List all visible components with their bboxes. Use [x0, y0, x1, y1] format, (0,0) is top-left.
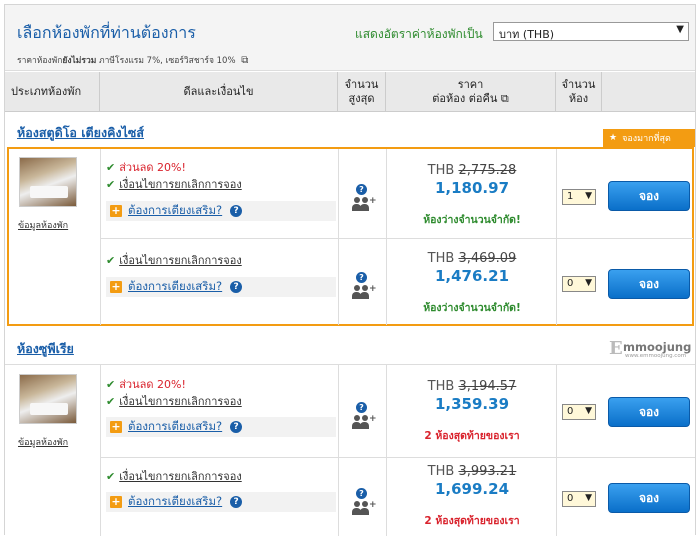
check-icon: ✔	[106, 178, 116, 191]
availability-status: 2 ห้องสุดท้ายของเรา	[424, 515, 520, 527]
extra-bed-option[interactable]: + ต้องการเตียงเสริม??	[106, 492, 336, 512]
price-cell: THB 3,993.21 1,699.24 2 ห้องสุดท้ายของเร…	[388, 464, 556, 529]
discounted-price: 1,359.39	[434, 395, 510, 413]
room-selection-panel: เลือกห้องพักที่ท่านต้องการ แสดงอัตราค่าห…	[4, 4, 696, 536]
copy-icon[interactable]: ⧉	[501, 92, 509, 105]
occupancy-icon: ? +	[351, 184, 377, 212]
chevron-down-icon: ▼	[585, 191, 592, 201]
availability-status: 2 ห้องสุดท้ายของเรา	[424, 430, 520, 442]
help-icon[interactable]: ?	[230, 496, 243, 508]
room-title-superior[interactable]: ห้องซูพีเรีย	[17, 339, 74, 359]
discounted-price: 1,180.97	[434, 179, 510, 197]
room-qty-select[interactable]: 0 ▼	[562, 491, 596, 507]
occupancy-icon: ? +	[351, 272, 377, 300]
chevron-down-icon: ▼	[585, 278, 592, 288]
extra-bed-option[interactable]: + ต้องการเตียงเสริม??	[106, 417, 336, 437]
cancellation-policy[interactable]: ✔ เงื่อนไขการยกเลิกการจอง	[106, 251, 242, 269]
most-booked-badge: ★ จองมากที่สุด	[603, 129, 695, 147]
price-cell: THB 3,194.57 1,359.39 2 ห้องสุดท้ายของเร…	[388, 379, 556, 444]
col-max-occupancy: จำนวน สูงสุด	[338, 72, 386, 112]
tax-note: ราคาห้องพักยังไม่รวม ภาษีโรงแรม 7%, เซอร…	[17, 55, 249, 66]
plus-icon: +	[110, 495, 122, 508]
col-conditions: ดีลและเงื่อนไข	[100, 72, 338, 112]
chevron-down-icon: ▼	[585, 406, 592, 416]
check-icon: ✔	[106, 254, 116, 267]
availability-status: ห้องว่างจำนวนจำกัด!	[423, 302, 521, 314]
plus-icon: +	[110, 420, 122, 433]
discount-label: ✔ ส่วนลด 20%!	[106, 161, 186, 174]
check-icon: ✔	[106, 378, 116, 391]
chevron-down-icon: ▼	[585, 493, 592, 503]
room-photo[interactable]	[19, 374, 77, 424]
cancellation-policy[interactable]: ✔ เงื่อนไขการยกเลิกการจอง	[106, 392, 242, 410]
col-book	[602, 72, 695, 112]
book-button[interactable]: จอง	[608, 269, 690, 299]
room-photo[interactable]	[19, 157, 77, 207]
plus-icon: +	[110, 280, 122, 293]
help-icon[interactable]: ?	[230, 205, 243, 217]
discounted-price: 1,699.24	[434, 480, 510, 498]
chevron-down-icon: ▼	[676, 24, 684, 35]
room-qty-select[interactable]: 0 ▼	[562, 404, 596, 420]
occupancy-icon: ? +	[351, 402, 377, 430]
currency-value: บาท (THB)	[499, 28, 555, 41]
help-icon[interactable]: ?	[230, 281, 243, 293]
book-button[interactable]: จอง	[608, 397, 690, 427]
star-icon: ★	[609, 133, 618, 143]
check-icon: ✔	[106, 161, 116, 174]
col-rooms: จำนวน ห้อง	[556, 72, 602, 112]
cancellation-policy[interactable]: ✔ เงื่อนไขการยกเลิกการจอง	[106, 175, 242, 193]
occupancy-icon: ? +	[351, 488, 377, 516]
help-icon[interactable]: ?	[230, 421, 243, 433]
extra-bed-option[interactable]: + ต้องการเตียงเสริม??	[106, 277, 336, 297]
extra-bed-option[interactable]: + ต้องการเตียงเสริม??	[106, 201, 336, 221]
page-title: เลือกห้องพักที่ท่านต้องการ	[17, 23, 196, 42]
discount-label: ✔ ส่วนลด 20%!	[106, 378, 186, 391]
room-qty-select[interactable]: 1 ▼	[562, 189, 596, 205]
check-icon: ✔	[106, 395, 116, 408]
room-qty-select[interactable]: 0 ▼	[562, 276, 596, 292]
currency-label: แสดงอัตราค่าห้องพักเป็น	[355, 27, 483, 41]
room-info-link[interactable]: ข้อมูลห้องพัก	[18, 218, 68, 232]
book-button[interactable]: จอง	[608, 483, 690, 513]
col-price: ราคา ต่อห้อง ต่อคืน ⧉	[386, 72, 556, 112]
price-cell: THB 2,775.28 1,180.97 ห้องว่างจำนวนจำกัด…	[388, 163, 556, 228]
room-title-studio-king[interactable]: ห้องสตูดิโอ เตียงคิงไซส์	[17, 123, 144, 143]
col-room-type: ประเภทห้องพัก	[5, 72, 100, 112]
copy-icon[interactable]: ⧉	[241, 55, 248, 66]
panel-header: เลือกห้องพักที่ท่านต้องการ แสดงอัตราค่าห…	[5, 5, 695, 71]
check-icon: ✔	[106, 470, 116, 483]
price-cell: THB 3,469.09 1,476.21 ห้องว่างจำนวนจำกัด…	[388, 251, 556, 316]
currency-select[interactable]: บาท (THB) ▼	[493, 22, 689, 41]
room-info-link[interactable]: ข้อมูลห้องพัก	[18, 435, 68, 449]
plus-icon: +	[110, 204, 122, 217]
discounted-price: 1,476.21	[434, 267, 510, 285]
availability-status: ห้องว่างจำนวนจำกัด!	[423, 214, 521, 226]
book-button[interactable]: จอง	[608, 181, 690, 211]
cancellation-policy[interactable]: ✔ เงื่อนไขการยกเลิกการจอง	[106, 467, 242, 485]
watermark-logo: E mmoojung www.emmoojung.com	[609, 338, 692, 359]
